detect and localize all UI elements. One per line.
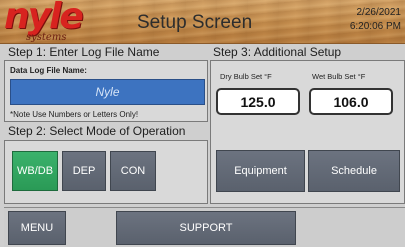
menu-button[interactable]: MENU <box>8 211 66 245</box>
nyle-logo: nyle systems <box>4 0 84 43</box>
step1-label: Step 1: Enter Log File Name <box>8 45 160 59</box>
time-text: 6:20:06 PM <box>349 21 401 32</box>
step2-label: Step 2: Select Mode of Operation <box>8 124 186 138</box>
support-button[interactable]: SUPPORT <box>116 211 296 245</box>
log-file-name-input[interactable]: Nyle <box>10 79 205 105</box>
schedule-button[interactable]: Schedule <box>308 150 400 192</box>
header-bar: nyle systems Setup Screen 2/26/2021 6:20… <box>0 0 405 44</box>
equipment-button[interactable]: Equipment <box>216 150 305 192</box>
mode-con-button[interactable]: CON <box>110 151 156 191</box>
dry-bulb-caption: Dry Bulb Set °F <box>220 72 272 81</box>
date-text: 2/26/2021 <box>356 7 402 18</box>
mode-wbdb-button[interactable]: WB/DB <box>12 151 58 191</box>
step3-label: Step 3: Additional Setup <box>213 45 342 59</box>
log-file-caption: Data Log File Name: <box>10 66 87 75</box>
logo-subtext: systems <box>26 32 67 43</box>
wet-bulb-setpoint-field[interactable]: 106.0 <box>309 88 393 115</box>
page-title: Setup Screen <box>137 12 253 33</box>
dry-bulb-setpoint-field[interactable]: 125.0 <box>216 88 300 115</box>
wet-bulb-caption: Wet Bulb Set °F <box>312 72 366 81</box>
mode-dep-button[interactable]: DEP <box>62 151 106 191</box>
log-file-note: *Note Use Numbers or Letters Only! <box>10 110 139 119</box>
datetime-display: 2/26/2021 6:20:06 PM <box>350 6 401 34</box>
